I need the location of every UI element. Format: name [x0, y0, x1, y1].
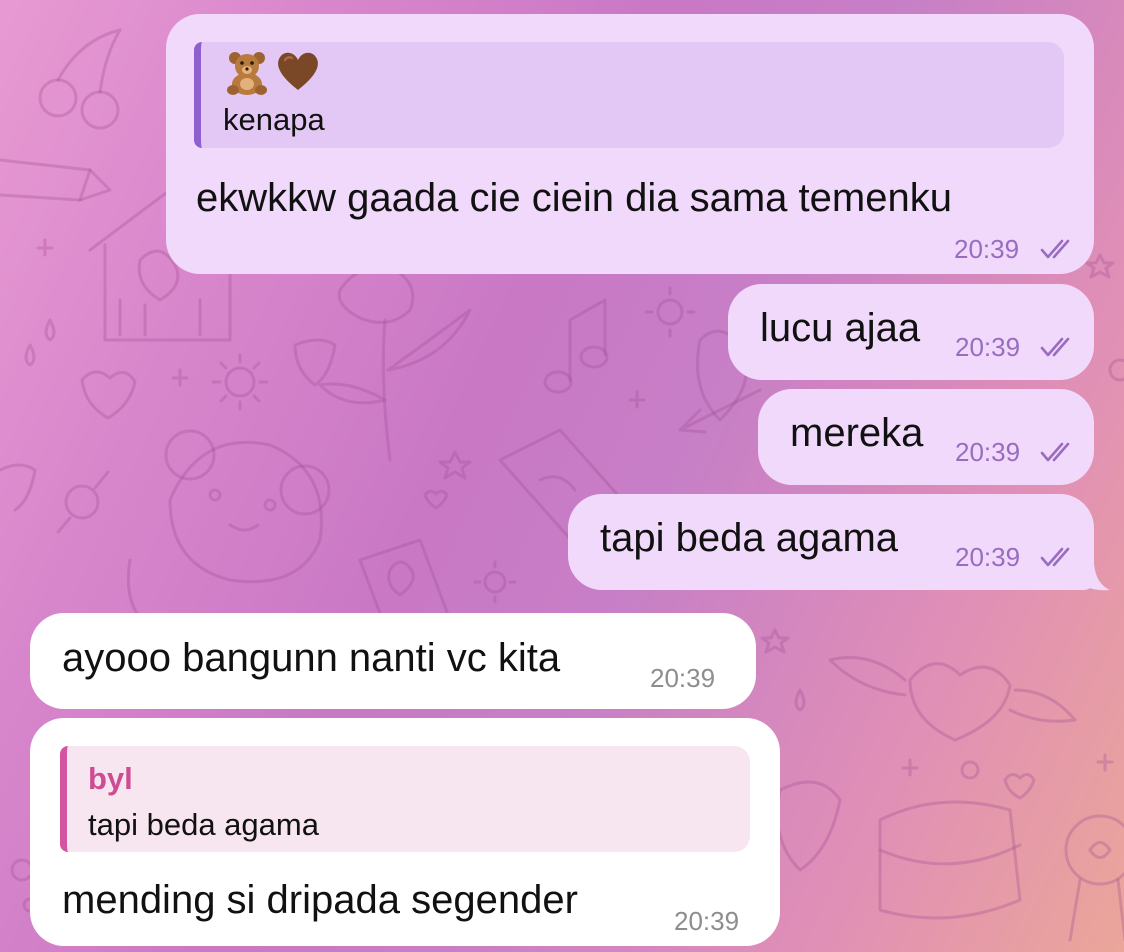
outgoing-message-bubble[interactable]: kenapa ekwkkw gaada cie ciein dia sama t…	[166, 14, 1094, 274]
message-text: ekwkkw gaada cie ciein dia sama temenku	[196, 176, 952, 220]
teddy-bear-icon	[227, 52, 267, 95]
incoming-message-bubble[interactable]: byl tapi beda agama mending si dripada s…	[30, 718, 780, 946]
reply-emoji-row	[223, 50, 321, 96]
love-ribbon-doodle-icon	[0, 158, 112, 202]
double-check-read-icon	[1040, 337, 1070, 357]
message-text: mending si dripada segender	[62, 878, 578, 922]
music-note-doodle-icon	[543, 298, 609, 394]
message-text: tapi beda agama	[600, 516, 899, 560]
message-time: 20:39	[955, 332, 1021, 362]
winged-heart-doodle-icon	[828, 656, 1077, 742]
reply-sender-name: byl	[88, 761, 133, 796]
rose-doodle-icon	[318, 266, 472, 462]
cake-doodle-icon	[878, 800, 1022, 920]
outgoing-message-bubble[interactable]: lucu ajaa 20:39	[728, 284, 1094, 380]
reply-quote-text: tapi beda agama	[88, 807, 319, 842]
message-text: ayooo bangunn nanti vc kita	[62, 636, 561, 680]
double-check-read-icon	[1040, 547, 1070, 567]
message-time: 20:39	[954, 234, 1020, 264]
cherry-doodle-icon	[38, 28, 122, 130]
message-time: 20:39	[955, 542, 1021, 572]
outgoing-message-bubble[interactable]: tapi beda agama 20:39	[568, 494, 1094, 590]
message-text: lucu ajaa	[760, 306, 921, 350]
double-check-read-icon	[1040, 442, 1070, 462]
chocolate-heart-doodle-icon	[80, 370, 137, 420]
brown-heart-icon	[278, 52, 318, 90]
reply-quote-text: kenapa	[223, 102, 325, 137]
double-check-read-icon	[1040, 239, 1070, 259]
outgoing-message-bubble[interactable]: mereka 20:39	[758, 389, 1094, 485]
incoming-message-bubble[interactable]: ayooo bangunn nanti vc kita 20:39	[30, 613, 756, 709]
message-time: 20:39	[674, 906, 740, 936]
reply-quote[interactable]: byl tapi beda agama	[60, 746, 750, 852]
candy-doodle-icon	[56, 470, 110, 534]
rosette-badge-doodle-icon	[1064, 814, 1124, 942]
message-time: 20:39	[650, 663, 716, 693]
reply-quote[interactable]: kenapa	[194, 42, 1064, 148]
message-time: 20:39	[955, 437, 1021, 467]
message-text: mereka	[790, 411, 924, 455]
